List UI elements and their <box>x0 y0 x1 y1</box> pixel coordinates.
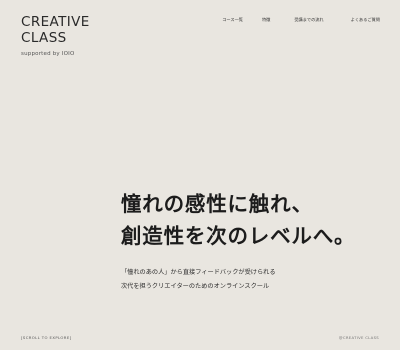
nav-link-faq[interactable]: よくあるご質問 <box>351 17 380 23</box>
hero-description: 「憧れのあの人」から直接フィードバックが受けられる 次代を担うクリエイターのため… <box>121 266 276 293</box>
site-logo[interactable]: CREATIVE CLASS supported by IOIO <box>21 14 90 57</box>
hero-line-1: 憧れの感性に触れ、 <box>121 192 313 216</box>
main-navigation: コース一覧 特徴 受講までの流れ よくあるご質問 <box>222 17 380 23</box>
logo-title-class: CLASS <box>21 30 67 46</box>
nav-link-enrollment-flow[interactable]: 受講までの流れ <box>294 17 323 23</box>
nav-link-features[interactable]: 特徴 <box>262 17 270 23</box>
scroll-to-explore-link[interactable]: [SCROLL TO EXPLORE] <box>21 335 72 340</box>
description-line-1: 「憧れのあの人」から直接フィードバックが受けられる <box>121 269 276 276</box>
nav-link-courses[interactable]: コース一覧 <box>222 17 243 23</box>
copyright-text: @CREATIVE CLASS <box>338 335 379 340</box>
hero-heading: 憧れの感性に触れ、 創造性を次のレベルへ。 <box>121 188 355 252</box>
hero-line-2: 創造性を次のレベルへ。 <box>121 224 356 248</box>
logo-title-creative: CREATIVE <box>21 14 90 30</box>
description-line-2: 次代を担うクリエイターのためのオンラインスクール <box>121 282 270 290</box>
logo-subtitle: supported by IOIO <box>21 51 75 57</box>
